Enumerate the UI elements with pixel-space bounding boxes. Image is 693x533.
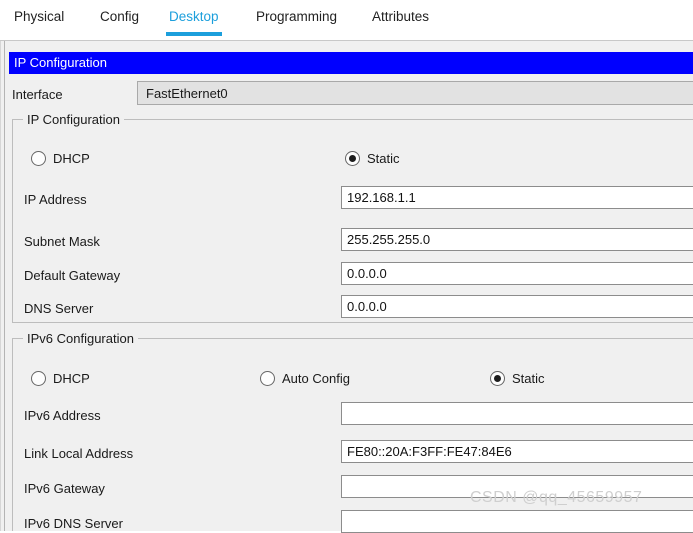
subnet-mask-value: 255.255.255.0 bbox=[347, 232, 431, 247]
tab-config-label: Config bbox=[100, 9, 140, 24]
radio-circle-icon bbox=[31, 151, 46, 166]
interface-label: Interface bbox=[12, 87, 63, 102]
tab-desktop-label: Desktop bbox=[169, 9, 219, 24]
ipv4-group-title: IP Configuration bbox=[23, 112, 124, 127]
ipv4-configuration-group: IP Configuration bbox=[12, 112, 693, 323]
ipv4-static-label: Static bbox=[367, 151, 400, 166]
ipv6-dhcp-label: DHCP bbox=[53, 371, 90, 386]
ipv6-address-label: IPv6 Address bbox=[24, 408, 101, 423]
dns-server-value: 0.0.0.0 bbox=[347, 299, 387, 314]
interface-select[interactable]: FastEthernet0 bbox=[137, 81, 693, 105]
tab-desktop[interactable]: Desktop bbox=[166, 9, 222, 39]
tab-programming-label: Programming bbox=[256, 9, 338, 24]
ip-address-input[interactable]: 192.168.1.1 bbox=[341, 186, 693, 209]
tab-active-underline bbox=[166, 32, 222, 36]
default-gateway-label: Default Gateway bbox=[24, 268, 121, 283]
ip-configuration-window: Physical Config Desktop Programming Attr… bbox=[0, 0, 693, 533]
radio-circle-icon bbox=[31, 371, 46, 386]
dns-server-label: DNS Server bbox=[24, 301, 94, 316]
ipv6-auto-config-label: Auto Config bbox=[282, 371, 350, 386]
subnet-mask-label: Subnet Mask bbox=[24, 234, 100, 249]
radio-circle-filled-icon bbox=[490, 371, 505, 386]
tab-bar: Physical Config Desktop Programming Attr… bbox=[0, 0, 693, 41]
radio-circle-filled-icon bbox=[345, 151, 360, 166]
link-local-address-value: FE80::20A:F3FF:FE47:84E6 bbox=[347, 444, 512, 459]
link-local-address-input[interactable]: FE80::20A:F3FF:FE47:84E6 bbox=[341, 440, 693, 463]
tab-attributes-label: Attributes bbox=[372, 9, 430, 24]
ipv6-gateway-input[interactable] bbox=[341, 475, 693, 498]
ipv6-dns-server-input[interactable] bbox=[341, 510, 693, 533]
ipv6-address-input[interactable] bbox=[341, 402, 693, 425]
tab-physical-label: Physical bbox=[14, 9, 65, 24]
ipv6-dns-server-label: IPv6 DNS Server bbox=[24, 516, 123, 531]
default-gateway-input[interactable]: 0.0.0.0 bbox=[341, 262, 693, 285]
ipv4-dhcp-label: DHCP bbox=[53, 151, 90, 166]
dns-server-input[interactable]: 0.0.0.0 bbox=[341, 295, 693, 318]
ip-address-label: IP Address bbox=[24, 192, 87, 207]
ipv6-configuration-group: IPv6 Configuration bbox=[12, 331, 693, 531]
ipv6-group-title: IPv6 Configuration bbox=[23, 331, 138, 346]
tab-programming[interactable]: Programming bbox=[256, 9, 337, 39]
ipv6-static-label: Static bbox=[512, 371, 545, 386]
interface-value: FastEthernet0 bbox=[146, 86, 228, 101]
subnet-mask-input[interactable]: 255.255.255.0 bbox=[341, 228, 693, 251]
panel-outer-edge bbox=[0, 41, 1, 531]
tab-config[interactable]: Config bbox=[100, 9, 139, 39]
panel-inner-edge bbox=[4, 41, 5, 531]
ipv6-gateway-label: IPv6 Gateway bbox=[24, 481, 105, 496]
ip-configuration-title: IP Configuration bbox=[14, 55, 107, 70]
tab-attributes[interactable]: Attributes bbox=[372, 9, 429, 39]
radio-circle-icon bbox=[260, 371, 275, 386]
ip-configuration-title-bar: IP Configuration bbox=[9, 52, 693, 74]
link-local-address-label: Link Local Address bbox=[24, 446, 134, 461]
ip-address-value: 192.168.1.1 bbox=[347, 190, 416, 205]
tab-physical[interactable]: Physical bbox=[14, 9, 64, 39]
default-gateway-value: 0.0.0.0 bbox=[347, 266, 387, 281]
